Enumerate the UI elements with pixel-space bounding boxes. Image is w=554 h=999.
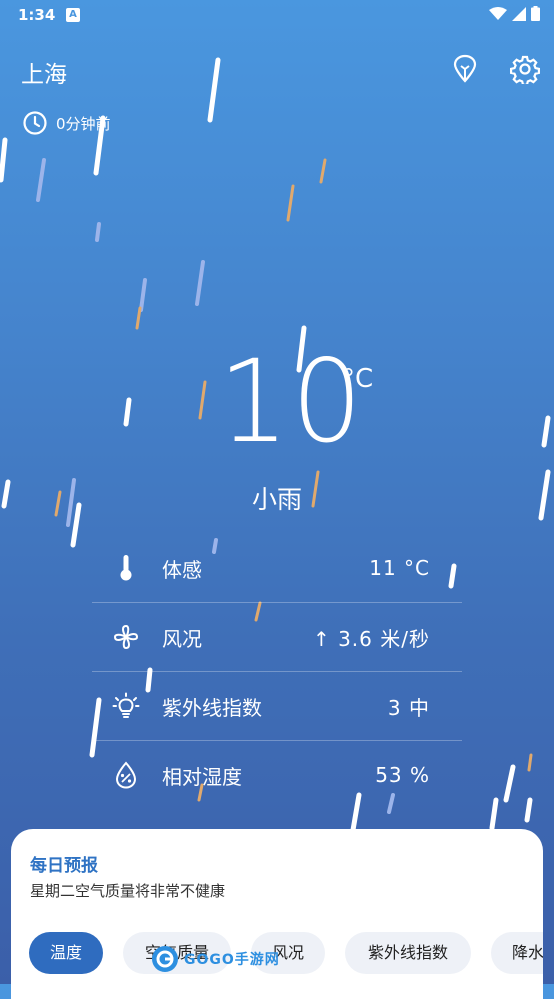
city-name[interactable]: 上海 bbox=[21, 55, 67, 89]
status-bar: 1:34 A bbox=[0, 0, 554, 32]
settings-icon[interactable] bbox=[510, 54, 540, 84]
status-indicators bbox=[489, 6, 540, 21]
status-time: 1:34 bbox=[18, 6, 56, 24]
watermark-logo-icon bbox=[152, 946, 178, 972]
detail-label: 风况 bbox=[162, 626, 202, 651]
forecast-tabs: 温度 空气质量 风况 紫外线指数 降水 bbox=[29, 932, 543, 976]
weather-details: 体感 11 °C 风况 ↑ 3.6 米/秒 紫外线指数 3 中 相对湿度 53 … bbox=[92, 534, 462, 809]
location-icon[interactable] bbox=[450, 54, 480, 84]
current-temperature: 10 bbox=[218, 335, 365, 469]
daily-forecast-subtitle: 星期二空气质量将非常不健康 bbox=[30, 882, 226, 900]
battery-icon bbox=[531, 6, 540, 21]
tab-uv-index[interactable]: 紫外线指数 bbox=[345, 932, 471, 974]
detail-value: 53 % bbox=[375, 763, 430, 787]
update-time-row: 0分钟前 bbox=[22, 110, 111, 136]
tab-temperature[interactable]: 温度 bbox=[29, 932, 103, 974]
detail-value: ↑ 3.6 米/秒 bbox=[312, 626, 430, 651]
weather-condition: 小雨 bbox=[251, 485, 302, 514]
fan-icon bbox=[112, 623, 140, 651]
detail-row-wind: 风况 ↑ 3.6 米/秒 bbox=[92, 603, 462, 672]
update-time-text: 0分钟前 bbox=[56, 114, 111, 133]
lightbulb-icon bbox=[112, 692, 140, 720]
tab-precipitation[interactable]: 降水 bbox=[491, 932, 543, 974]
detail-row-humidity: 相对湿度 53 % bbox=[92, 741, 462, 809]
detail-row-feels-like: 体感 11 °C bbox=[92, 534, 462, 603]
clock-icon bbox=[23, 111, 47, 135]
signal-icon bbox=[512, 6, 526, 21]
detail-row-uv-index: 紫外线指数 3 中 bbox=[92, 672, 462, 741]
detail-label: 相对湿度 bbox=[162, 764, 242, 789]
temperature-unit: °C bbox=[342, 364, 374, 394]
humidity-icon bbox=[112, 761, 140, 789]
detail-label: 体感 bbox=[162, 557, 202, 582]
thermometer-icon bbox=[112, 554, 140, 582]
wifi-icon bbox=[489, 6, 507, 20]
detail-value: 11 °C bbox=[369, 556, 430, 580]
daily-forecast-title: 每日预报 bbox=[30, 856, 98, 876]
detail-label: 紫外线指数 bbox=[162, 695, 262, 720]
detail-value: 3 中 bbox=[387, 695, 430, 720]
watermark: GOGO手游网 bbox=[150, 942, 280, 976]
notification-icon: A bbox=[66, 8, 80, 22]
watermark-text: GOGO手游网 bbox=[184, 952, 280, 968]
